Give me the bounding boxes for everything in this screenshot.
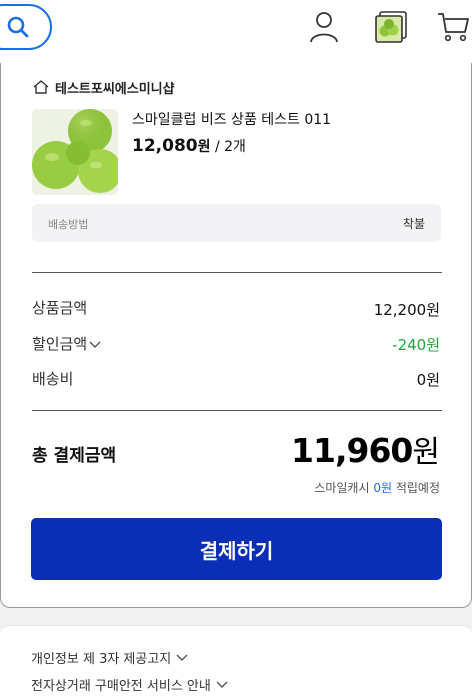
total-amount-currency: 원 [412, 435, 440, 470]
shipping-fee-value: 0원 [416, 371, 440, 389]
product-price: 12,080 [132, 136, 198, 156]
smile-cash-suffix: 적립예정 [395, 481, 440, 495]
privacy-third-party-notice-link[interactable]: 개인정보 제 3자 제공고지 [31, 648, 188, 667]
product-amount-value: 12,200원 [373, 301, 440, 319]
chevron-down-icon [89, 341, 101, 348]
safe-purchase-label: 전자상거래 구매안전 서비스 안내 [31, 679, 211, 694]
total-payment-label: 총 결제금액 [32, 446, 117, 466]
product-name[interactable]: 스마일클럽 비즈 상품 테스트 011 [132, 109, 331, 129]
discount-label: 할인금액 [32, 335, 88, 353]
seller-name: 테스트포씨에스미니샵 [55, 81, 175, 97]
top-header [0, 0, 472, 63]
order-summary-card: 테스트포씨에스미니샵 스마일클럽 비즈 상품 테스트 011 12,080원 /… [0, 63, 472, 608]
pay-button[interactable]: 결제하기 [31, 518, 442, 580]
chevron-down-icon [216, 681, 228, 688]
shipping-method-value: 착불 [402, 217, 425, 231]
total-amount-number: 11,960 [291, 431, 413, 470]
privacy-notice-label: 개인정보 제 3자 제공고지 [31, 652, 172, 667]
divider [32, 272, 442, 273]
total-payment-amount: 11,960원 [291, 427, 440, 471]
green-apple-image [32, 109, 118, 195]
user-icon[interactable] [309, 11, 339, 43]
notice-section: 개인정보 제 3자 제공고지 전자상거래 구매안전 서비스 안내 [0, 625, 472, 698]
price-currency: 원 [197, 139, 211, 155]
product-image[interactable] [32, 109, 118, 195]
shipping-method-label: 배송방법 [48, 218, 89, 231]
shipping-method-box: 배송방법 착불 [32, 204, 441, 242]
home-icon [33, 80, 49, 94]
search-button[interactable] [0, 4, 52, 50]
discount-toggle[interactable]: 할인금액 [32, 333, 101, 354]
safe-purchase-service-link[interactable]: 전자상거래 구매안전 서비스 안내 [31, 675, 228, 694]
smile-cash-line: 스마일캐시 0원 적립예정 [314, 479, 440, 496]
shipping-fee-label: 배송비 [32, 370, 74, 388]
divider [32, 410, 442, 411]
chevron-down-icon [176, 654, 188, 661]
smile-cash-prefix: 스마일캐시 [314, 481, 370, 495]
recent-view-icon[interactable] [374, 10, 408, 44]
search-icon [7, 16, 29, 38]
smile-cash-amount: 0원 [373, 481, 392, 495]
discount-value: -240원 [392, 336, 440, 354]
product-amount-label: 상품금액 [32, 299, 88, 317]
product-price-line: 12,080원 / 2개 [132, 136, 246, 156]
cart-icon[interactable] [436, 10, 470, 44]
seller-row[interactable]: 테스트포씨에스미니샵 [33, 77, 175, 97]
product-quantity: / 2개 [214, 139, 246, 155]
